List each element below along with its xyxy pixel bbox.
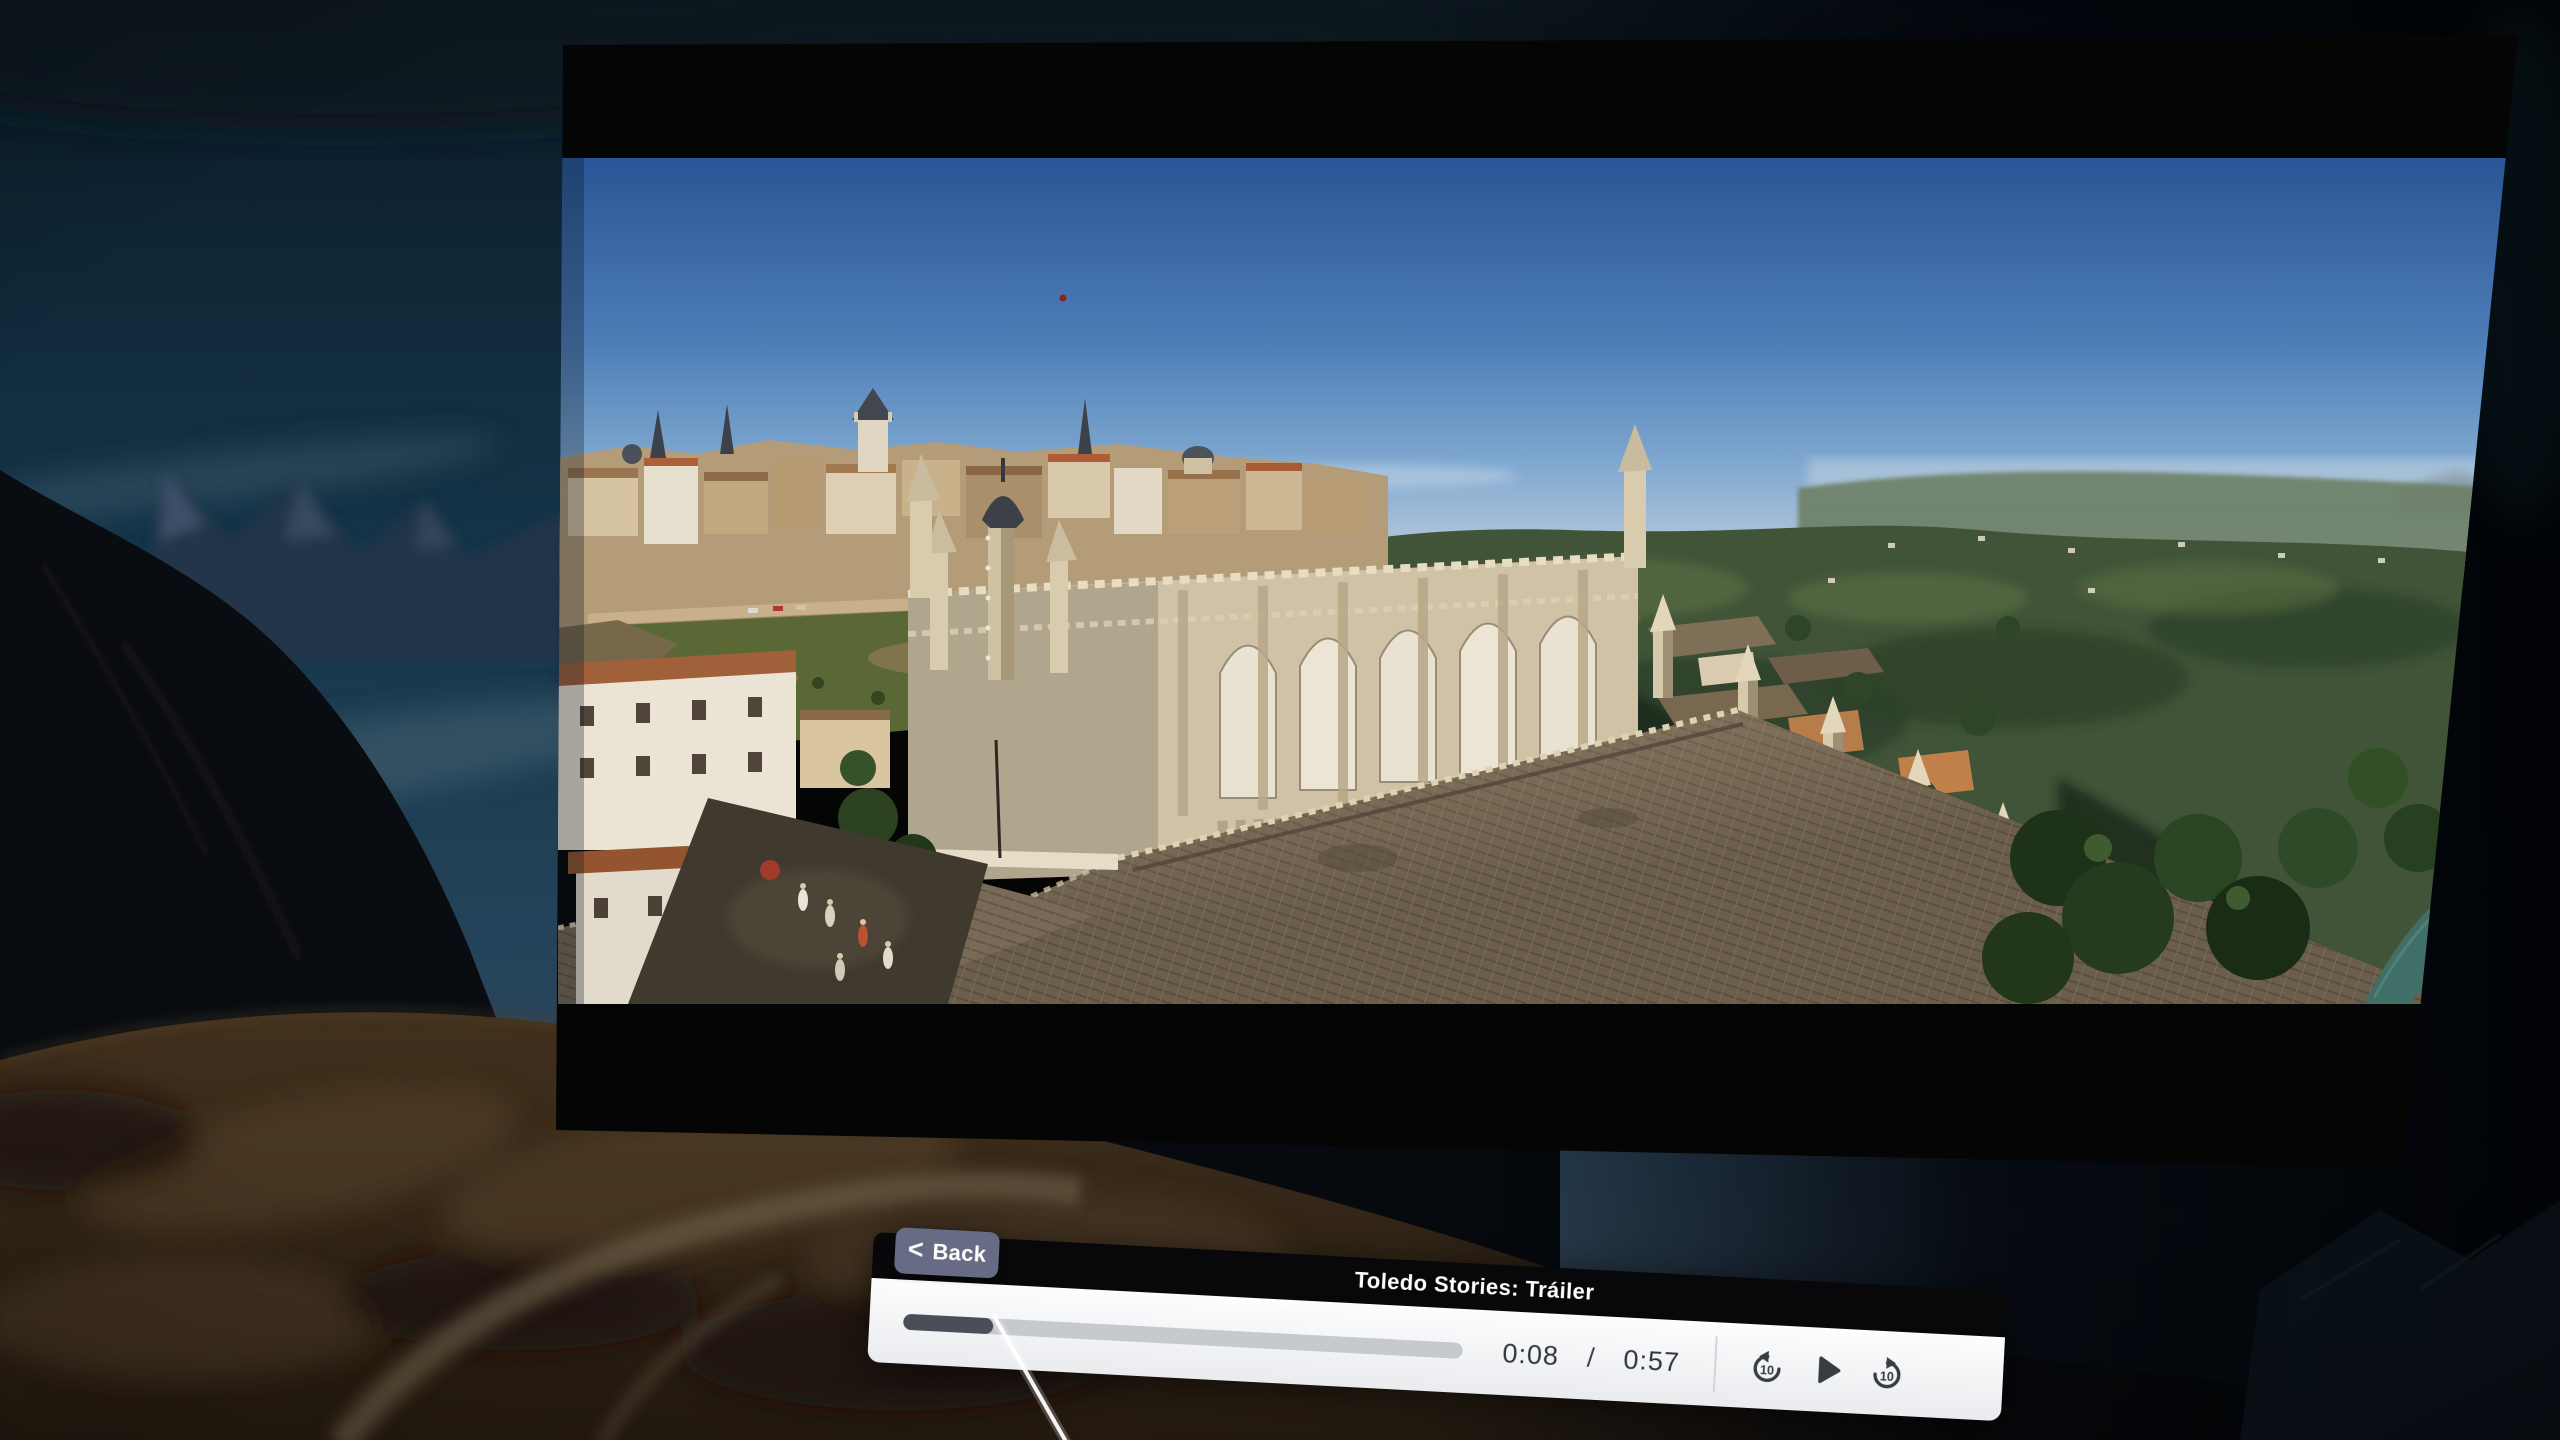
play-button[interactable] — [1803, 1346, 1851, 1394]
seek-bar-fill — [903, 1314, 993, 1335]
video-screen[interactable] — [540, 30, 2528, 1175]
seek-bar[interactable] — [903, 1314, 1463, 1359]
back-button[interactable]: < Back — [894, 1227, 1000, 1278]
forward-10-icon: 10 — [1867, 1353, 1907, 1393]
back-button-label: Back — [932, 1239, 987, 1268]
svg-text:10: 10 — [1879, 1369, 1894, 1384]
duration-time: 0:57 — [1623, 1344, 1681, 1378]
vr-stage: < Back Toledo Stories: Tráiler 0:08 / 0:… — [0, 0, 2560, 1440]
chevron-left-icon: < — [907, 1233, 924, 1265]
rewind-10-button[interactable]: 10 — [1743, 1343, 1791, 1391]
svg-text:10: 10 — [1759, 1363, 1774, 1378]
time-separator: / — [1586, 1342, 1596, 1373]
video-frame-toledo — [558, 158, 2510, 1004]
video-title: Toledo Stories: Tráiler — [1354, 1267, 1595, 1306]
current-time: 0:08 — [1502, 1338, 1560, 1372]
replay-10-icon: 10 — [1747, 1347, 1787, 1387]
controls-divider — [1712, 1336, 1717, 1392]
play-icon — [1806, 1349, 1848, 1391]
forward-10-button[interactable]: 10 — [1862, 1349, 1910, 1397]
